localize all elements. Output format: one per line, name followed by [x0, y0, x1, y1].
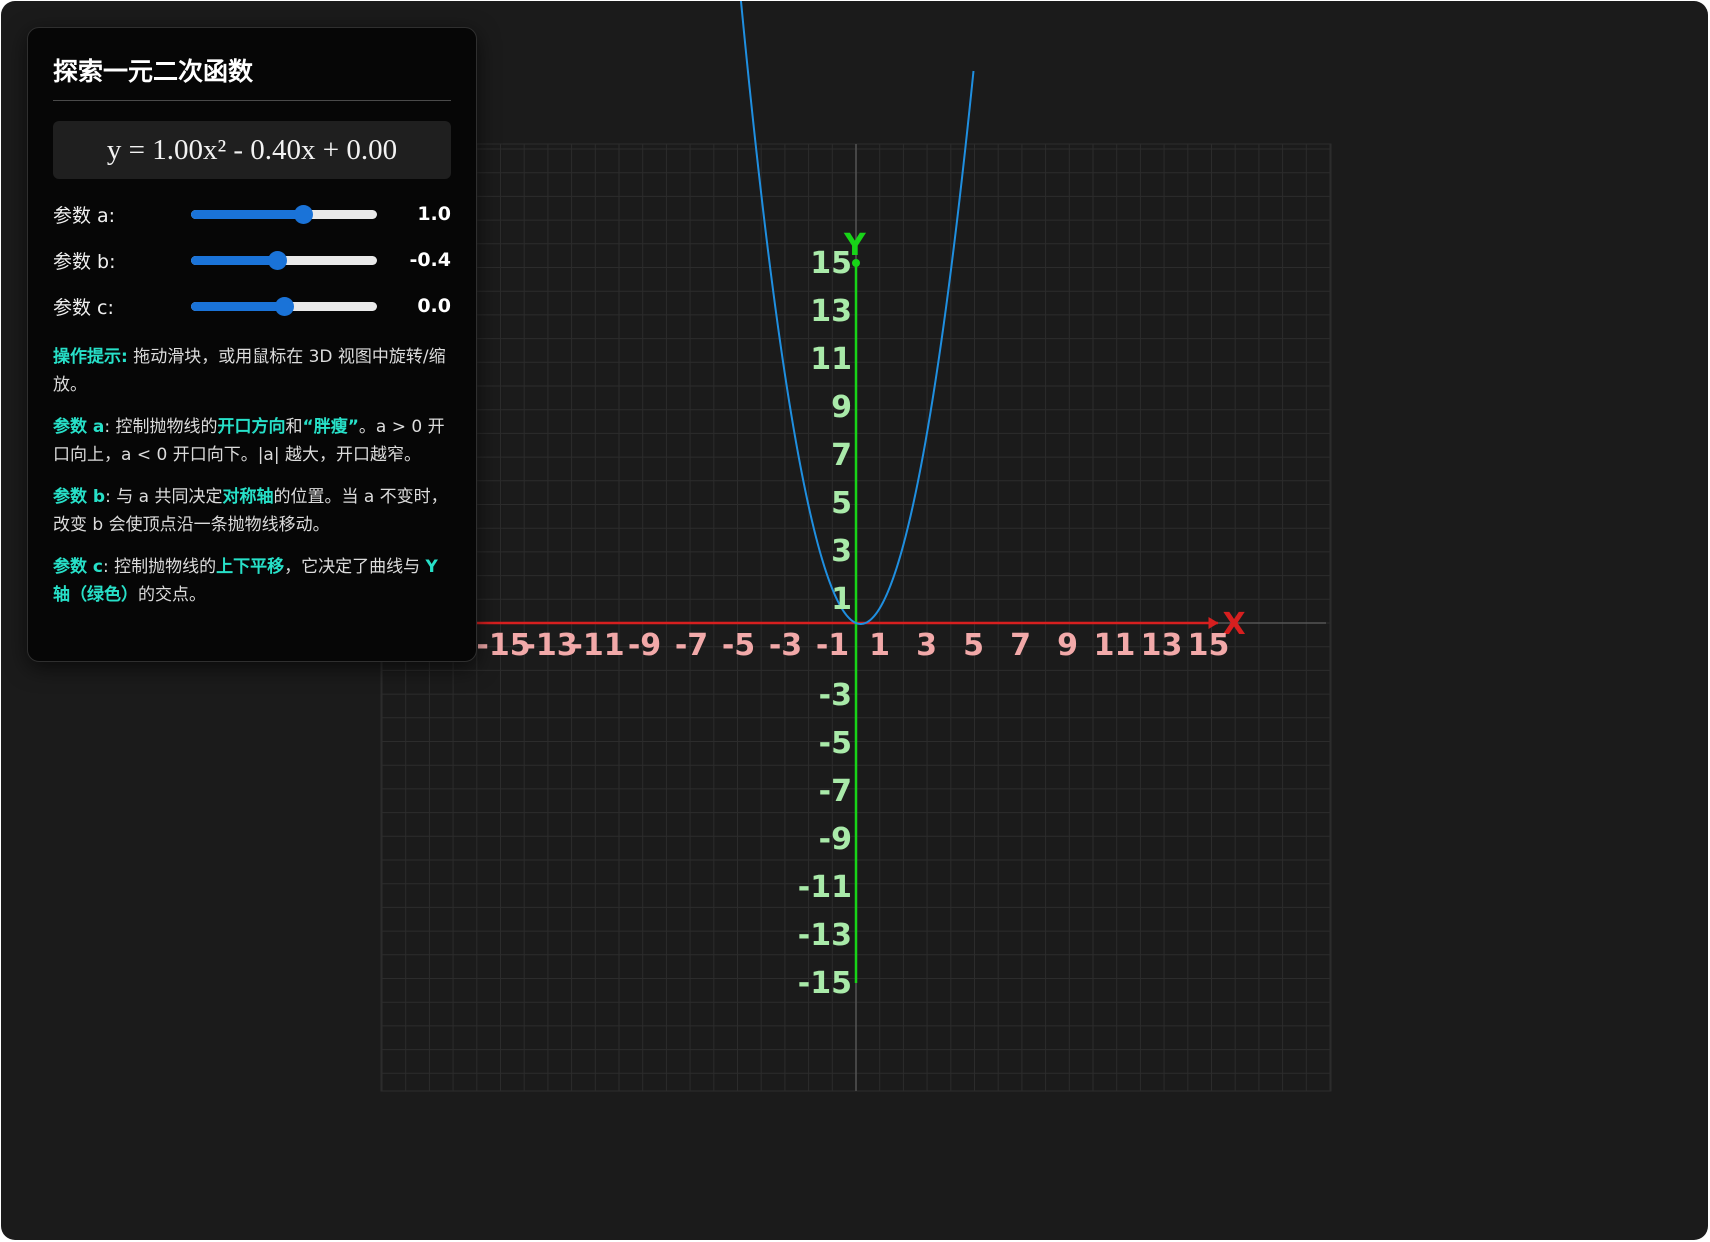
hint-note: 操作提示: 拖动滑块，或用鼠标在 3D 视图中旋转/缩放。 [53, 343, 451, 399]
y-tick-label: -7 [819, 774, 852, 809]
y-tick-label: -5 [819, 726, 852, 761]
note-b-key: 参数 b [53, 487, 106, 507]
x-tick-label: -7 [675, 628, 708, 663]
y-tick-label: 5 [831, 486, 852, 521]
x-tick-label: -5 [722, 628, 755, 663]
note-c-text-1: : 控制抛物线的 [103, 557, 217, 577]
y-tick-label: -11 [798, 870, 852, 905]
y-tick-label: -9 [819, 822, 852, 857]
equation-display: y = 1.00x² - 0.40x + 0.00 [53, 121, 451, 179]
slider-thumb[interactable] [275, 296, 294, 316]
y-tick-label: 7 [831, 438, 852, 473]
y-tick-label: 15 [810, 246, 852, 281]
param-row-b: 参数 b: -0.4 [53, 237, 451, 283]
note-a-text-1: : 控制抛物线的 [104, 417, 218, 437]
panel-title: 探索一元二次函数 [53, 52, 451, 101]
param-b-value: -0.4 [409, 249, 451, 271]
param-a-value: 1.0 [417, 203, 451, 225]
param-c-slider[interactable] [191, 296, 377, 316]
note-c-text-3: 的交点。 [138, 585, 206, 605]
note-c-key: 参数 c [53, 557, 103, 577]
x-tick-label: 3 [916, 628, 937, 663]
note-c-text-2: ，它决定了曲线与 [284, 557, 426, 577]
slider-fill [191, 209, 303, 219]
param-b-slider[interactable] [191, 250, 377, 270]
x-tick-label: 11 [1094, 628, 1136, 663]
x-tick-label: -1 [816, 628, 849, 663]
param-row-a: 参数 a: 1.0 [53, 191, 451, 237]
note-param-b: 参数 b: 与 a 共同决定对称轴的位置。当 a 不变时，改变 b 会使顶点沿一… [53, 483, 451, 539]
x-tick-label: -3 [769, 628, 802, 663]
slider-fill [191, 301, 284, 311]
x-tick-label: 9 [1057, 628, 1078, 663]
slider-thumb[interactable] [267, 250, 287, 270]
x-tick-label: 15 [1188, 628, 1230, 663]
y-tick-label: 9 [831, 390, 852, 425]
slider-fill [191, 255, 277, 265]
param-row-c: 参数 c: 0.0 [53, 283, 451, 329]
control-panel: 探索一元二次函数 y = 1.00x² - 0.40x + 0.00 参数 a:… [27, 27, 477, 662]
y-tick-label: -15 [798, 966, 852, 1001]
x-tick-label: 7 [1010, 628, 1031, 663]
slider-thumb[interactable] [293, 204, 313, 224]
note-a-highlight-1: 开口方向 [217, 417, 286, 437]
y-tick-label: 11 [810, 342, 852, 377]
x-tick-label: 5 [963, 628, 984, 663]
param-c-label: 参数 c: [53, 296, 114, 319]
x-tick-label: 1 [869, 628, 890, 663]
app-window: X Y -15 -13 -11 -9 -7 -5 -3 -1 1 3 5 7 9 11 13 15 15 13 11 9 7… [1, 1, 1708, 1240]
note-param-a: 参数 a: 控制抛物线的开口方向和“胖瘦”。a > 0 开口向上，a < 0 开… [53, 413, 451, 469]
note-a-highlight-2: “胖瘦” [302, 417, 359, 437]
hint-key: 操作提示: [53, 347, 128, 367]
param-b-label: 参数 b: [53, 250, 116, 273]
x-tick-label: -11 [570, 628, 624, 663]
parameter-sliders: 参数 a: 1.0 参数 b: -0.4 参数 c: 0.0 [53, 191, 451, 329]
note-param-c: 参数 c: 控制抛物线的上下平移，它决定了曲线与 Y 轴（绿色）的交点。 [53, 553, 451, 609]
param-c-value: 0.0 [417, 295, 451, 317]
note-a-text-2: 和 [285, 417, 303, 437]
y-tick-label: -3 [819, 678, 852, 713]
y-tick-label: 3 [831, 534, 852, 569]
note-a-key: 参数 a [53, 417, 105, 437]
x-tick-label: -9 [628, 628, 661, 663]
note-b-highlight-1: 对称轴 [222, 487, 274, 507]
axis-tick-labels: XY-15-13-11 -9 -7 -5 -3 -1 1 3 5 7 9 11 13 1515131197… [476, 228, 1245, 1001]
param-a-slider[interactable] [191, 204, 377, 224]
param-a-label: 参数 a: [53, 204, 116, 227]
y-tick-label: 1 [831, 582, 852, 617]
y-tick-label: -13 [798, 918, 852, 953]
y-tick-label: 13 [810, 294, 852, 329]
note-b-text-1: : 与 a 共同决定 [105, 487, 223, 507]
x-tick-label: 13 [1141, 628, 1183, 663]
note-c-highlight-1: 上下平移 [216, 557, 285, 577]
